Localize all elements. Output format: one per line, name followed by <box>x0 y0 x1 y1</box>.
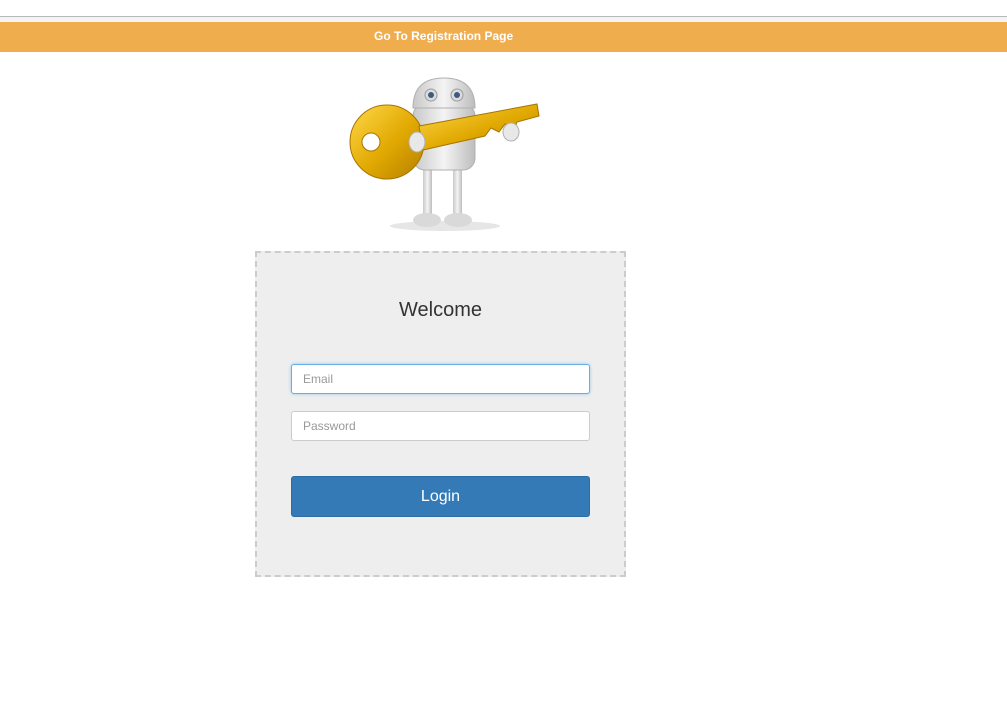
robot-holding-key-icon <box>349 77 540 231</box>
login-panel: Welcome Login <box>255 251 626 577</box>
top-nav-bar: Go To Registration Page <box>0 22 1007 52</box>
welcome-heading: Welcome <box>399 299 482 321</box>
email-field[interactable] <box>291 364 590 394</box>
password-field[interactable] <box>291 411 590 441</box>
registration-link[interactable]: Go To Registration Page <box>374 29 513 43</box>
login-button[interactable]: Login <box>291 476 590 517</box>
